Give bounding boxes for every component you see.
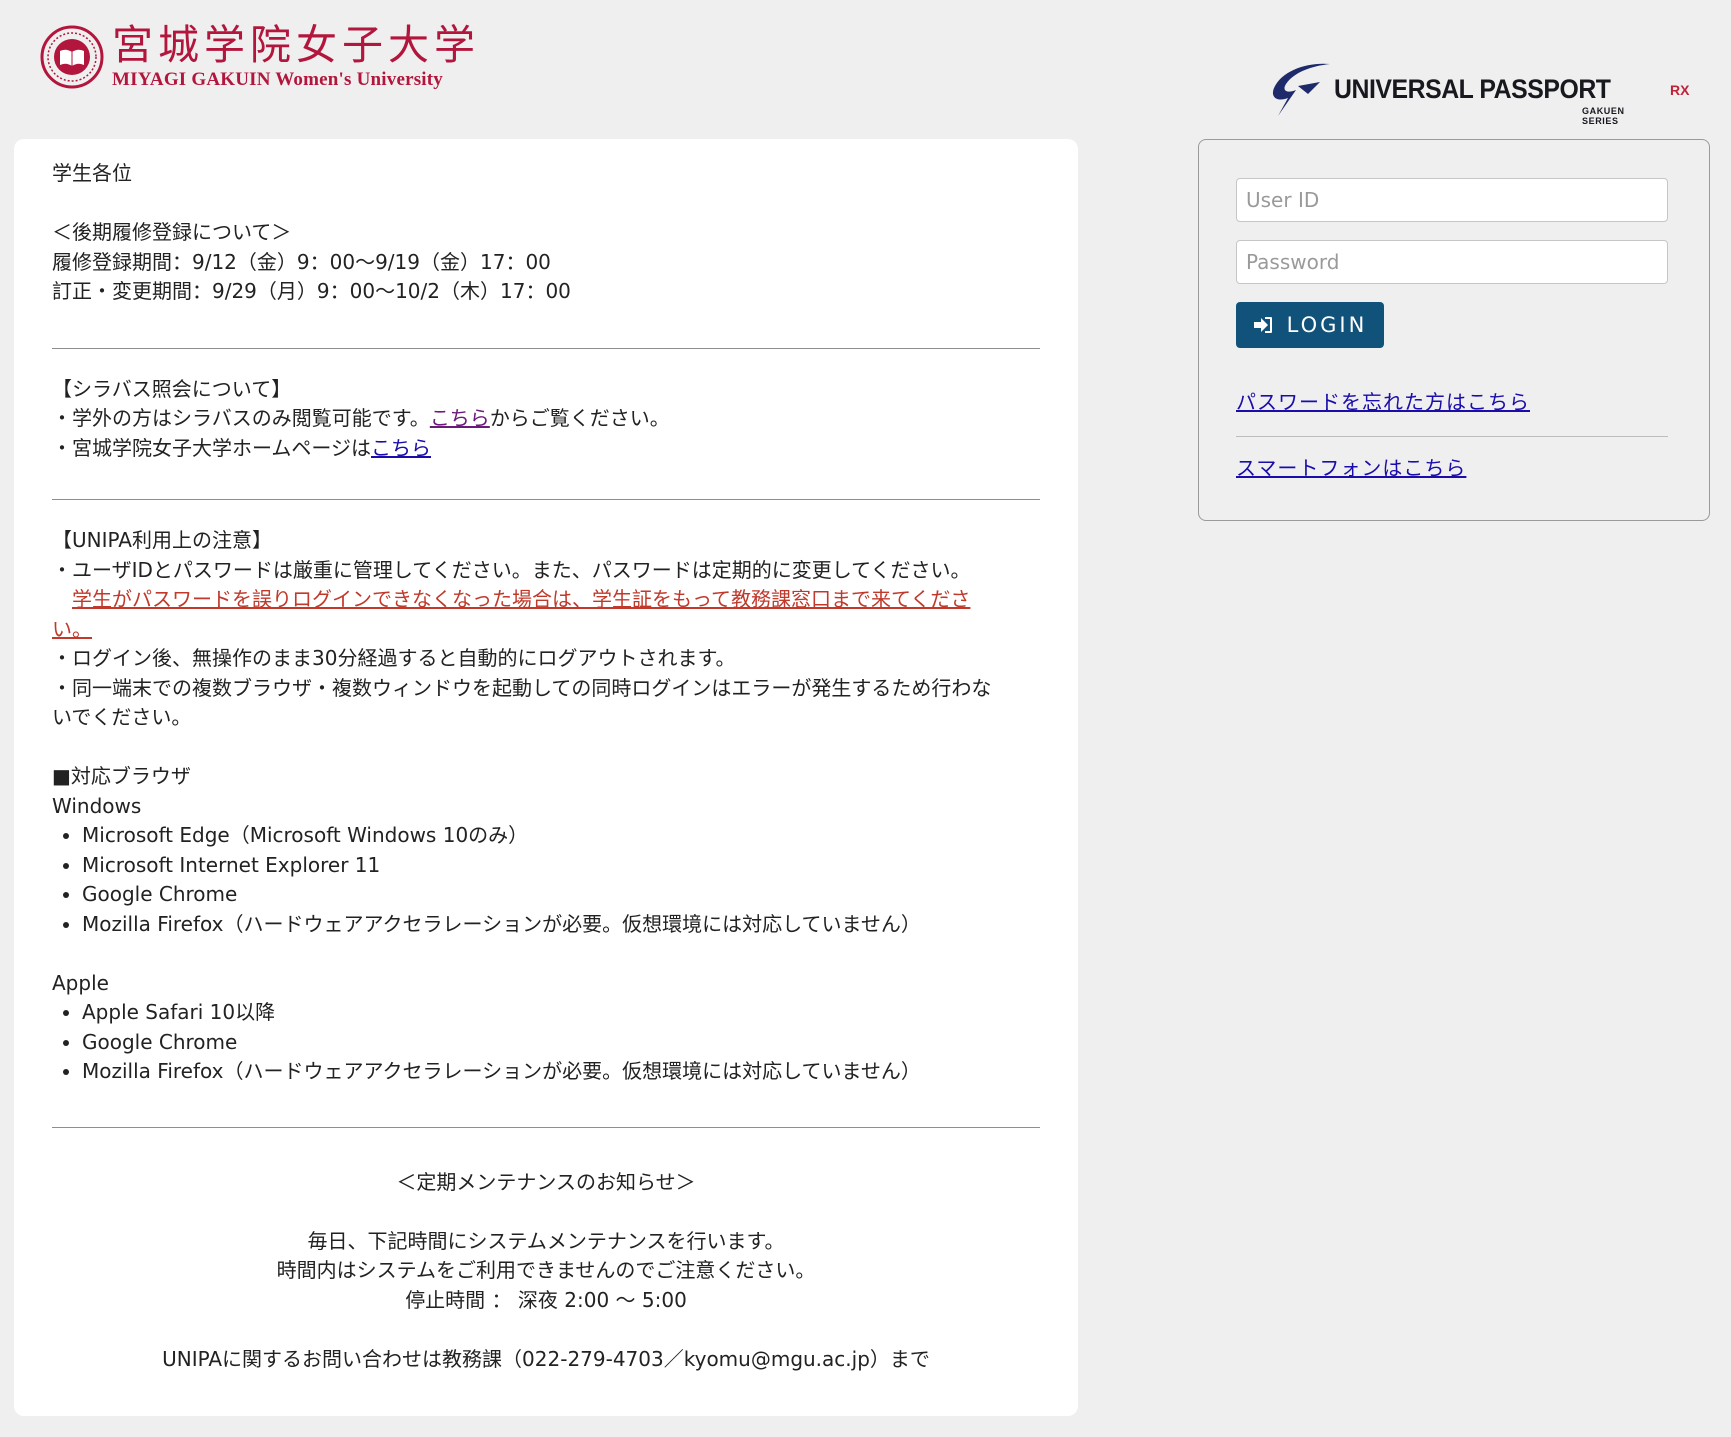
greeting: 学生各位 — [52, 161, 132, 185]
caution-line-3: ・同一端末での複数ブラウザ・複数ウィンドウを起動しての同時ログインはエラーが発生… — [52, 675, 992, 700]
maintenance-heading: ＜定期メンテナンスのお知らせ＞ — [396, 1169, 696, 1194]
maintenance-time: 停止時間 ： 深夜 2:00 〜 5:00 — [405, 1287, 687, 1312]
correction-period: 訂正・変更期間：9/29（月）9：00〜10/2（木）17：00 — [52, 279, 571, 303]
list-item: Microsoft Internet Explorer 11 — [82, 851, 1040, 881]
homepage-link[interactable]: こちら — [371, 436, 431, 460]
university-logo: 宮城学院女子大学 MIYAGI GAKUIN Women's Universit… — [40, 22, 480, 92]
homepage-text: ・宮城学院女子大学ホームページは — [52, 435, 371, 460]
universal-passport-swoosh-icon — [1272, 63, 1330, 116]
syllabus-line-1: ・学外の方はシラバスのみ閲覧可能です。こちらからご覧ください。 — [52, 404, 1040, 434]
caution-line-1: ・ユーザIDとパスワードは厳重に管理してください。また、パスワードは定期的に変更… — [52, 557, 971, 582]
caution-line-2: ・ログイン後、無操作のまま30分経過すると自動的にログアウトされます。 — [52, 646, 736, 670]
apple-label: Apple — [52, 970, 109, 995]
apple-browser-list: Apple Safari 10以降 Google Chrome Mozilla … — [52, 998, 1040, 1087]
password-input[interactable] — [1236, 240, 1668, 284]
system-name: UNIVERSAL PASSPORT — [1334, 73, 1611, 104]
syllabus-heading: 【シラバス照会について】 — [52, 376, 292, 401]
windows-browser-list: Microsoft Edge（Microsoft Windows 10のみ） M… — [52, 821, 1040, 939]
divider — [1236, 436, 1668, 437]
maintenance-line-1: 毎日、下記時間にシステムメンテナンスを行います。 — [307, 1228, 785, 1253]
divider — [52, 347, 1040, 349]
syllabus-line-1-text: ・学外の方はシラバスのみ閲覧可能です。 — [52, 406, 430, 430]
list-item: Google Chrome — [82, 1028, 1040, 1058]
caution-line-3-cont: いでください。 — [52, 705, 192, 729]
forgot-password-link[interactable]: パスワードを忘れた方はこちら — [1236, 386, 1530, 415]
caution-heading: 【UNIPA利用上の注意】 — [52, 528, 272, 552]
syllabus-line-2: ・宮城学院女子大学ホームページはこちら — [52, 434, 1040, 464]
password-locked-link[interactable]: 学生がパスワードを誤りログインできなくなった場合は、学生証をもって教務課窓口まで… — [52, 585, 1040, 615]
login-button[interactable]: LOGIN — [1236, 302, 1384, 348]
divider — [52, 499, 1040, 500]
list-item: Google Chrome — [82, 880, 1040, 910]
maintenance-line-2: 時間内はシステムをご利用できませんのでご注意ください。 — [276, 1258, 816, 1282]
registration-period: 履修登録期間：9/12（金）9：00〜9/19（金）17：00 — [52, 249, 551, 274]
system-suffix: RX — [1670, 81, 1690, 98]
system-series: GAKUEN SERIES — [1582, 105, 1625, 126]
syllabus-link[interactable]: こちら — [430, 406, 490, 430]
login-panel: LOGIN パスワードを忘れた方はこちら スマートフォンはこちら — [1198, 139, 1710, 521]
smartphone-link[interactable]: スマートフォンはこちら — [1236, 452, 1466, 481]
list-item: Mozilla Firefox（ハードウェアアクセラレーションが必要。仮想環境に… — [82, 1057, 1040, 1087]
divider — [52, 1126, 1040, 1128]
list-item: Apple Safari 10以降 — [82, 998, 1040, 1028]
list-item: Microsoft Edge（Microsoft Windows 10のみ） — [82, 821, 1040, 851]
university-name-jp: 宮城学院女子大学 — [112, 21, 480, 69]
user-id-input[interactable] — [1236, 178, 1668, 222]
list-item: Mozilla Firefox（ハードウェアアクセラレーションが必要。仮想環境に… — [82, 910, 1040, 940]
notice-panel: 学生各位 ＜後期履修登録について＞ 履修登録期間：9/12（金）9：00〜9/1… — [14, 139, 1078, 1416]
registration-heading: ＜後期履修登録について＞ — [52, 220, 292, 244]
windows-label: Windows — [52, 793, 142, 818]
login-button-label: LOGIN — [1286, 313, 1368, 337]
syllabus-line-1-suffix: からご覧ください。 — [489, 406, 670, 430]
browsers-heading: ■対応ブラウザ — [52, 764, 191, 788]
password-locked-link-cont[interactable]: い。 — [52, 615, 92, 645]
universal-passport-logo: UNIVERSAL PASSPORT RX GAKUEN SERIES — [1268, 60, 1689, 126]
contact-info: UNIPAに関するお問い合わせは教務課（022-279-4703／kyomu@m… — [162, 1346, 930, 1371]
university-name-en: MIYAGI GAKUIN Women's University — [112, 69, 444, 90]
sign-in-icon — [1253, 317, 1272, 333]
university-seal-icon — [40, 25, 104, 89]
